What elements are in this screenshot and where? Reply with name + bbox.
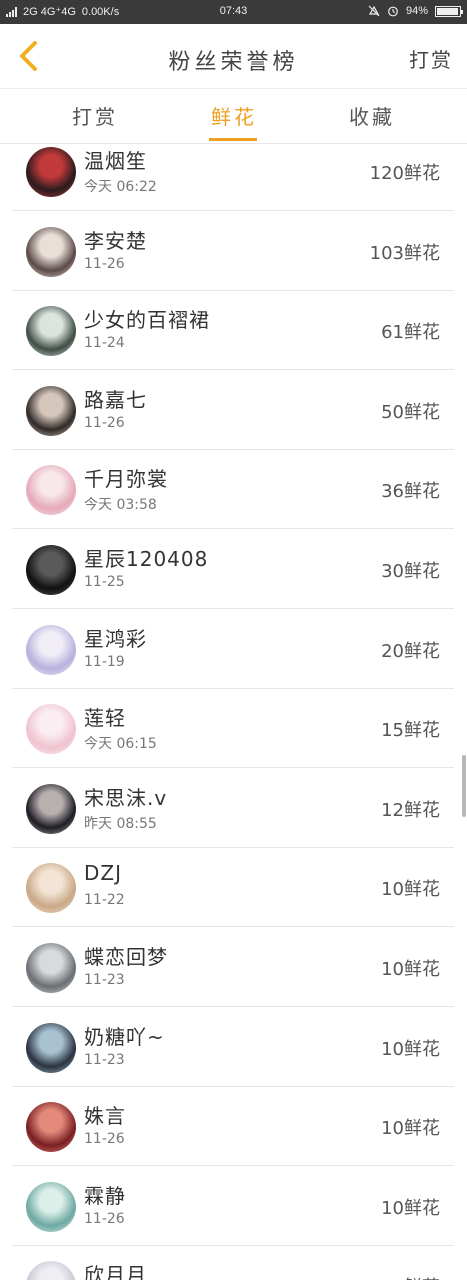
- fan-name: 姝言: [84, 1104, 126, 1129]
- tab-bar: 打赏 鲜花 收藏: [0, 88, 467, 144]
- fan-name: 星鸿彩: [84, 626, 147, 651]
- avatar[interactable]: [26, 1022, 76, 1073]
- fan-name: 路嘉七: [84, 387, 147, 412]
- fan-row[interactable]: 霖静 11-26 10鲜花: [12, 1166, 454, 1246]
- avatar[interactable]: [26, 545, 76, 595]
- fan-row[interactable]: 千月弥裳今天 03:58 36鲜花: [12, 449, 454, 530]
- mute-icon: [368, 5, 380, 17]
- fan-row[interactable]: 蝶恋回梦 11-23 10鲜花: [12, 927, 454, 1007]
- fan-name: 千月弥裳: [84, 467, 168, 492]
- avatar[interactable]: [26, 1102, 76, 1153]
- fan-date: 今天 06:22: [84, 179, 157, 195]
- fan-date: 今天 03:58: [84, 497, 157, 514]
- flower-count: 10鲜花: [381, 1118, 440, 1140]
- fan-row[interactable]: 星鸿彩 11-19 20鲜花: [12, 609, 454, 689]
- fan-date: 11-23: [84, 1051, 125, 1068]
- flower-count: 15鲜花: [381, 720, 440, 742]
- fan-row[interactable]: 莲轻今天 06:15 15鲜花: [12, 688, 454, 769]
- fan-date: 11-26: [84, 1131, 125, 1148]
- alarm-icon: [388, 6, 398, 17]
- fan-row[interactable]: 奶糖吖~ 11-23 10鲜花: [12, 1007, 454, 1087]
- fan-date: 今天 06:15: [84, 736, 157, 753]
- avatar[interactable]: [26, 226, 76, 277]
- fan-date: 昨天 08:55: [84, 815, 157, 832]
- active-tab-indicator: [209, 138, 257, 141]
- tab-tips[interactable]: 打赏: [45, 101, 145, 130]
- battery-fill: [437, 7, 458, 15]
- fan-date: 11-19: [84, 653, 125, 670]
- fan-row[interactable]: 星辰120408 11-25 30鲜花: [12, 529, 454, 609]
- page-title: 粉丝荣誉榜: [168, 50, 299, 75]
- status-right: 94%: [368, 5, 463, 17]
- tip-button[interactable]: 打赏: [409, 44, 453, 73]
- fan-date: 11-26: [84, 255, 125, 272]
- flower-count: 10鲜花: [381, 879, 440, 901]
- avatar[interactable]: [26, 943, 76, 993]
- avatar[interactable]: [26, 783, 76, 834]
- flower-count: 10鲜花: [381, 1038, 440, 1060]
- status-bar: 2G 4G⁺4G 0.00K/s 07:43 94%: [0, 0, 467, 24]
- avatar[interactable]: [26, 306, 76, 357]
- fan-row[interactable]: 少女的百褶裙 11-24 61鲜花: [12, 290, 454, 371]
- fan-name: 星辰120408: [84, 547, 209, 571]
- flower-count: 10鲜花: [381, 1197, 440, 1219]
- flower-count: 50鲜花: [381, 401, 440, 423]
- scrollbar[interactable]: [462, 755, 466, 817]
- tab-favorites[interactable]: 收藏: [322, 101, 422, 130]
- flower-count: 10鲜花: [381, 959, 440, 980]
- flower-count: 61鲜花: [381, 322, 440, 344]
- fan-date: 11-25: [84, 574, 125, 590]
- flower-count: 103鲜花: [369, 242, 440, 264]
- fan-name: 温烟笙: [84, 149, 147, 173]
- fan-name: 奶糖吖~: [84, 1024, 165, 1049]
- flower-count: 36鲜花: [381, 481, 440, 503]
- fan-name: 霖静: [84, 1183, 126, 1208]
- fan-name: DZJ: [84, 861, 122, 886]
- fan-row[interactable]: 宋思沫.v 昨天 08:55 12鲜花: [12, 768, 454, 848]
- fan-row[interactable]: 姝言 11-26 10鲜花: [12, 1086, 454, 1167]
- fan-row[interactable]: DZJ 11-22 10鲜花: [12, 847, 454, 928]
- fan-date: 11-24: [84, 335, 125, 352]
- flower-count: 30鲜花: [381, 561, 440, 582]
- fan-name: 莲轻: [84, 706, 126, 731]
- avatar[interactable]: [26, 624, 76, 675]
- nav-bar: 粉丝荣誉榜 打赏: [0, 24, 467, 88]
- fan-name: 欣月月: [84, 1263, 147, 1280]
- fan-date: 11-22: [84, 892, 125, 909]
- flower-count: 12鲜花: [381, 799, 440, 821]
- fan-row[interactable]: 温烟笙今天 06:22 120鲜花: [12, 144, 454, 211]
- fan-name: 少女的百褶裙: [84, 308, 210, 333]
- avatar[interactable]: [26, 1181, 76, 1232]
- fan-date: 11-23: [84, 972, 125, 988]
- avatar[interactable]: [26, 1261, 76, 1280]
- flower-count: 20鲜花: [381, 640, 440, 662]
- avatar[interactable]: [26, 147, 76, 197]
- fan-date: 11-26: [84, 1210, 125, 1227]
- fan-row[interactable]: 欣月月 10鲜花: [12, 1245, 454, 1280]
- avatar[interactable]: [26, 385, 76, 436]
- avatar[interactable]: [26, 863, 76, 914]
- tab-flowers[interactable]: 鲜花: [184, 101, 284, 130]
- fan-name: 蝶恋回梦: [84, 945, 168, 969]
- avatar[interactable]: [26, 465, 76, 516]
- flower-count: 120鲜花: [369, 163, 440, 184]
- fan-name: 李安楚: [84, 228, 147, 253]
- avatar[interactable]: [26, 704, 76, 755]
- fan-ranking-list[interactable]: 温烟笙今天 06:22 120鲜花李安楚 11-26 103鲜花少女的百褶裙 11-24…: [0, 144, 467, 1280]
- battery-icon: [435, 5, 463, 17]
- battery-percent: 94%: [405, 5, 428, 17]
- fan-date: 11-26: [84, 414, 125, 431]
- fan-row[interactable]: 李安楚 11-26 103鲜花: [12, 211, 454, 291]
- flower-count: 10鲜花: [381, 1273, 440, 1280]
- fan-name: 宋思沫.v: [84, 785, 168, 810]
- fan-row[interactable]: 路嘉七 11-26 50鲜花: [12, 370, 454, 450]
